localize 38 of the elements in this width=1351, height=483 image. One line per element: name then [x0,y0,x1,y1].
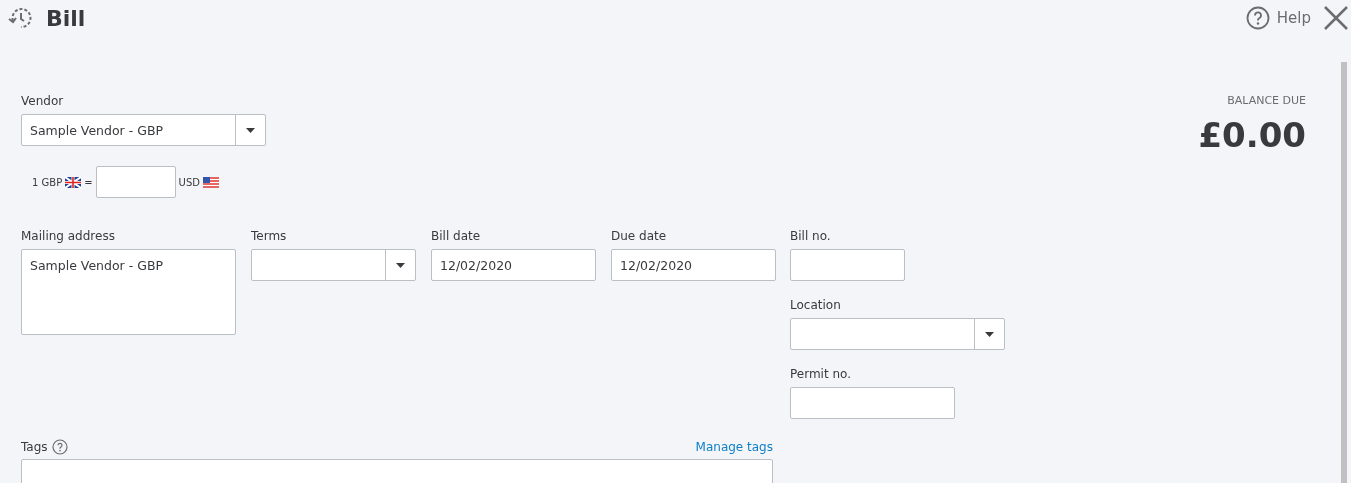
clock-icon [8,6,34,30]
help-icon [1245,6,1270,30]
flag-icon [65,176,82,188]
flag-icon [202,176,219,188]
equals-sign: = [84,176,93,188]
field-label: Tags [21,440,48,454]
help-link[interactable]: Help [1245,6,1311,30]
caret-icon [246,127,255,133]
currency-label: 1 GBP [32,176,63,188]
input-field[interactable]: 12/02/2020 [611,249,776,281]
vendor-dropdown[interactable]: Sample Vendor - GBP [21,114,266,146]
dropdown-field[interactable] [790,318,1005,350]
balance-label: BALANCE DUE [1227,94,1306,107]
window-title: Bill [46,5,86,31]
close-icon [1323,5,1349,31]
field-label: Location [790,298,842,312]
exchange-rate-field[interactable] [95,166,176,198]
manage-tags-link[interactable]: Manage tags [695,440,773,454]
field-label: Due date [611,229,668,243]
input-field[interactable] [790,249,905,281]
help-icon [51,439,68,455]
field-label: Terms [251,229,288,243]
input-field[interactable] [790,387,955,419]
field-label: Permit no. [790,367,852,381]
field-label: Bill no. [790,229,832,243]
address-field[interactable]: Sample Vendor - GBP [21,249,236,335]
field-label: Bill date [431,229,482,243]
close-button[interactable] [1323,5,1349,31]
caret-icon [396,262,405,268]
input-field[interactable]: 12/02/2020 [431,249,596,281]
scrollbar[interactable] [1341,62,1347,483]
dropdown-field[interactable] [251,249,416,281]
tags-field[interactable] [21,459,773,483]
field-label: Mailing address [21,229,116,243]
caret-icon [985,331,994,337]
balance-amount: £0.00 [1198,115,1306,155]
field-label: Vendor [21,94,65,108]
currency-label: USD [178,176,200,188]
